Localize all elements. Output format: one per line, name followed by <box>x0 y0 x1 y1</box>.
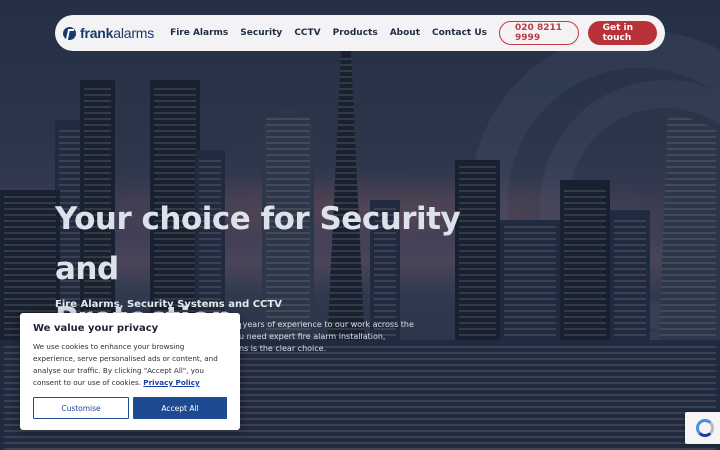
frankalarms-logo-icon <box>63 26 76 40</box>
customise-button[interactable]: Customise <box>33 397 129 419</box>
recaptcha-badge[interactable] <box>685 412 720 444</box>
hero-subtitle: Fire Alarms, Security Systems and CCTV <box>55 299 282 310</box>
cookie-consent-dialog: We value your privacy We use cookies to … <box>20 313 240 430</box>
main-navigation: frankalarms Fire Alarms Security CCTV Pr… <box>55 15 665 51</box>
recaptcha-icon <box>696 419 714 437</box>
nav-link-security[interactable]: Security <box>240 28 282 38</box>
nav-link-about[interactable]: About <box>390 28 420 38</box>
cookie-buttons: Customise Accept All <box>33 397 227 419</box>
cookie-text: We use cookies to enhance your browsing … <box>33 341 227 389</box>
cookie-title: We value your privacy <box>33 323 159 334</box>
hero-title-line-1: Your choice for Security and <box>55 201 461 287</box>
phone-button[interactable]: 020 8211 9999 <box>499 21 579 45</box>
get-in-touch-button[interactable]: Get in touch <box>587 21 657 45</box>
privacy-policy-link[interactable]: Privacy Policy <box>143 378 199 387</box>
logo[interactable]: frankalarms <box>63 25 154 41</box>
nav-link-contact-us[interactable]: Contact Us <box>432 28 487 38</box>
nav-link-cctv[interactable]: CCTV <box>294 28 320 38</box>
nav-link-fire-alarms[interactable]: Fire Alarms <box>170 28 228 38</box>
accept-all-button[interactable]: Accept All <box>133 397 227 419</box>
nav-link-products[interactable]: Products <box>333 28 378 38</box>
logo-text: frankalarms <box>80 25 155 41</box>
